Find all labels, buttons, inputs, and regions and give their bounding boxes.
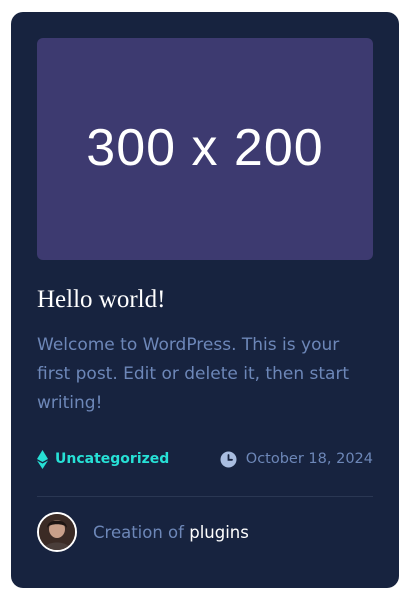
post-date: October 18, 2024 [220, 451, 373, 468]
diamond-icon [37, 449, 48, 469]
post-title[interactable]: Hello world! [37, 285, 165, 315]
date-label: October 18, 2024 [245, 451, 373, 467]
author-prefix: Creation of [93, 522, 184, 542]
thumbnail-placeholder-text: 300 x 200 [86, 119, 324, 177]
post-thumbnail[interactable]: 300 x 200 [37, 38, 373, 260]
post-meta: Uncategorized October 18, 2024 [37, 448, 373, 470]
category-label: Uncategorized [55, 451, 170, 467]
author-avatar[interactable] [37, 512, 77, 552]
category-link[interactable]: Uncategorized [37, 449, 170, 469]
author-link[interactable]: plugins [189, 523, 249, 542]
author-byline: Creation of plugins [93, 523, 249, 542]
divider [37, 496, 373, 497]
post-card: 300 x 200 Hello world! Welcome to WordPr… [11, 12, 399, 588]
clock-icon [220, 451, 237, 467]
post-excerpt: Welcome to WordPress. This is your first… [37, 335, 350, 413]
post-author: Creation of plugins [37, 512, 249, 552]
